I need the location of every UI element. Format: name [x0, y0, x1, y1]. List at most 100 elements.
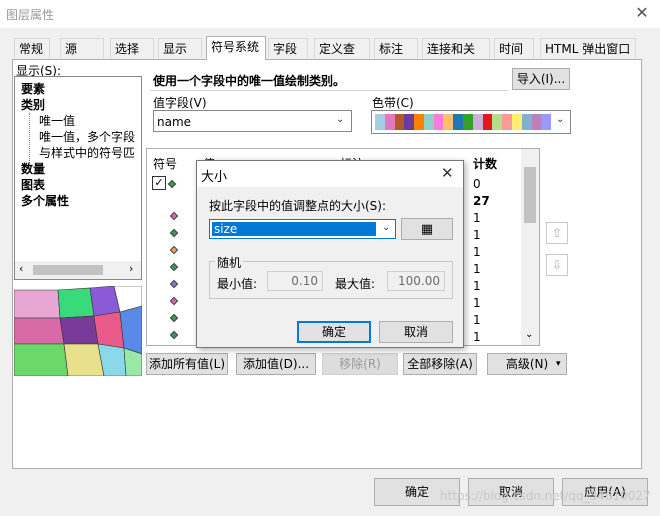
tree-hscrollbar[interactable]: ‹ ›	[15, 261, 141, 279]
count-cell: 1	[473, 279, 481, 293]
color-swatch	[423, 114, 434, 130]
add-values-button[interactable]: 添加值(D)...	[236, 353, 316, 375]
tab-source[interactable]: 源	[60, 38, 104, 58]
count-cell: 1	[473, 245, 481, 259]
chevron-down-icon[interactable]: ⌄	[336, 114, 344, 125]
symbol-swatch[interactable]	[169, 262, 179, 272]
col-header-symbol[interactable]: 符号	[153, 155, 177, 172]
color-swatch	[404, 114, 415, 130]
color-swatch	[531, 114, 542, 130]
random-label: 随机	[215, 254, 244, 271]
color-swatch	[521, 114, 532, 130]
value-field-select[interactable]: name ⌄	[153, 110, 352, 132]
move-up-icon[interactable]: ⇧	[546, 222, 568, 244]
symbol-swatch[interactable]	[169, 228, 179, 238]
tab-fields[interactable]: 字段	[268, 38, 308, 58]
symbol-swatch[interactable]	[169, 245, 179, 255]
color-swatch	[492, 114, 503, 130]
color-swatch	[433, 114, 444, 130]
tree-item-unique-values-many[interactable]: 唯一值，多个字段	[39, 128, 135, 145]
tree-item-charts[interactable]: 图表	[21, 176, 45, 193]
advanced-button[interactable]: 高级(N) ▾	[487, 353, 567, 375]
tab-definition-query[interactable]: 定义查询	[314, 38, 370, 76]
color-swatch	[482, 114, 493, 130]
description-text: 使用一个字段中的唯一值绘制类别。	[153, 74, 346, 88]
all-values-checkbox[interactable]: ✓	[152, 176, 166, 190]
color-swatch	[472, 114, 483, 130]
tab-joins-relates[interactable]: 连接和关联	[422, 38, 490, 76]
close-icon[interactable]: ✕	[630, 2, 654, 24]
close-icon[interactable]: ✕	[441, 164, 454, 182]
symbol-swatch[interactable]	[169, 313, 179, 323]
tab-html-popup[interactable]: HTML 弹出窗口	[540, 38, 636, 58]
count-cell: 1	[473, 296, 481, 310]
count-cell: 1	[473, 211, 481, 225]
tab-labels[interactable]: 标注	[374, 38, 418, 58]
symbol-swatch[interactable]	[167, 179, 177, 189]
col-header-count[interactable]: 计数	[473, 155, 497, 172]
tree-item-features[interactable]: 要素	[21, 80, 45, 97]
dropdown-icon: ▾	[556, 359, 561, 369]
symbol-swatch[interactable]	[169, 211, 179, 221]
color-swatch	[502, 114, 512, 130]
count-cell: 1	[473, 313, 481, 327]
import-button[interactable]: 导入(I)...	[512, 68, 570, 90]
size-field-select[interactable]: size ⌄	[209, 219, 396, 239]
color-ramp-swatches	[375, 114, 552, 130]
scroll-thumb[interactable]	[524, 167, 536, 223]
min-value-field[interactable]: 0.10	[267, 271, 323, 291]
color-swatch	[443, 114, 454, 130]
tree-item-match-style[interactable]: 与样式中的符号匹	[39, 144, 139, 161]
tree-item-unique-values[interactable]: 唯一值	[39, 112, 76, 129]
table-vscrollbar[interactable]: ⌄	[521, 149, 539, 345]
tab-general[interactable]: 常规	[14, 38, 50, 58]
symbol-swatch[interactable]	[169, 279, 179, 289]
tab-selection[interactable]: 选择	[110, 38, 154, 58]
calculator-icon: ▦	[420, 222, 434, 237]
min-value: 0.10	[291, 274, 318, 288]
min-label: 最小值:	[217, 277, 258, 291]
count-column: 0 27 1 1 1 1 1 1 1 1	[473, 177, 490, 347]
count-cell: 0	[473, 177, 481, 191]
watermark-text: https://blog.csdn.net/qq_34610027	[440, 489, 651, 503]
symbol-swatch[interactable]	[169, 296, 179, 306]
calculator-button[interactable]: ▦	[401, 218, 453, 240]
color-ramp-select[interactable]: ⌄	[371, 110, 571, 134]
dialog-title-bar: 大小 ✕	[197, 161, 463, 187]
dialog-title: 大小	[201, 170, 228, 185]
map-preview-image	[14, 286, 142, 376]
color-swatch	[384, 114, 395, 130]
chevron-down-icon[interactable]: ⌄	[556, 114, 564, 125]
color-swatch	[414, 114, 424, 130]
scroll-left-icon[interactable]: ‹	[19, 262, 23, 275]
symbol-swatch[interactable]	[169, 330, 179, 340]
remove-all-button[interactable]: 全部移除(A)	[403, 353, 477, 375]
max-value: 100.00	[398, 274, 440, 288]
size-dialog: 大小 ✕ 按此字段中的值调整点的大小(S): size ⌄ ▦ 随机 最小值: …	[196, 160, 464, 348]
scroll-thumb[interactable]	[33, 265, 103, 275]
add-all-values-button[interactable]: 添加所有值(L)	[146, 353, 228, 375]
count-cell: 27	[473, 194, 490, 208]
dialog-ok-button[interactable]: 确定	[297, 321, 371, 343]
count-cell: 1	[473, 262, 481, 276]
move-down-icon[interactable]: ⇩	[546, 254, 568, 276]
show-tree[interactable]: 要素 类别 唯一值 唯一值，多个字段 与样式中的符号匹 数量 图表 多个属性 ‹…	[14, 76, 142, 280]
max-value-field[interactable]: 100.00	[387, 271, 445, 291]
tab-symbology[interactable]: 符号系统	[206, 36, 266, 60]
scroll-right-icon[interactable]: ›	[129, 262, 133, 275]
count-cell: 1	[473, 330, 481, 344]
tab-time[interactable]: 时间	[494, 38, 534, 58]
chevron-down-icon[interactable]: ⌄	[382, 222, 390, 233]
scroll-down-icon[interactable]: ⌄	[525, 329, 533, 340]
field-label: 按此字段中的值调整点的大小(S):	[209, 199, 387, 213]
dialog-cancel-button[interactable]: 取消	[379, 321, 453, 343]
color-swatch	[394, 114, 405, 130]
tab-display[interactable]: 显示	[158, 38, 202, 58]
color-swatch	[375, 114, 385, 130]
tree-item-quantities[interactable]: 数量	[21, 160, 45, 177]
tree-item-multiple-attributes[interactable]: 多个属性	[21, 192, 69, 209]
remove-button[interactable]: 移除(R)	[322, 353, 398, 375]
color-swatch	[453, 114, 464, 130]
tree-item-categories[interactable]: 类别	[21, 96, 45, 113]
window-title: 图层属性	[6, 8, 55, 22]
